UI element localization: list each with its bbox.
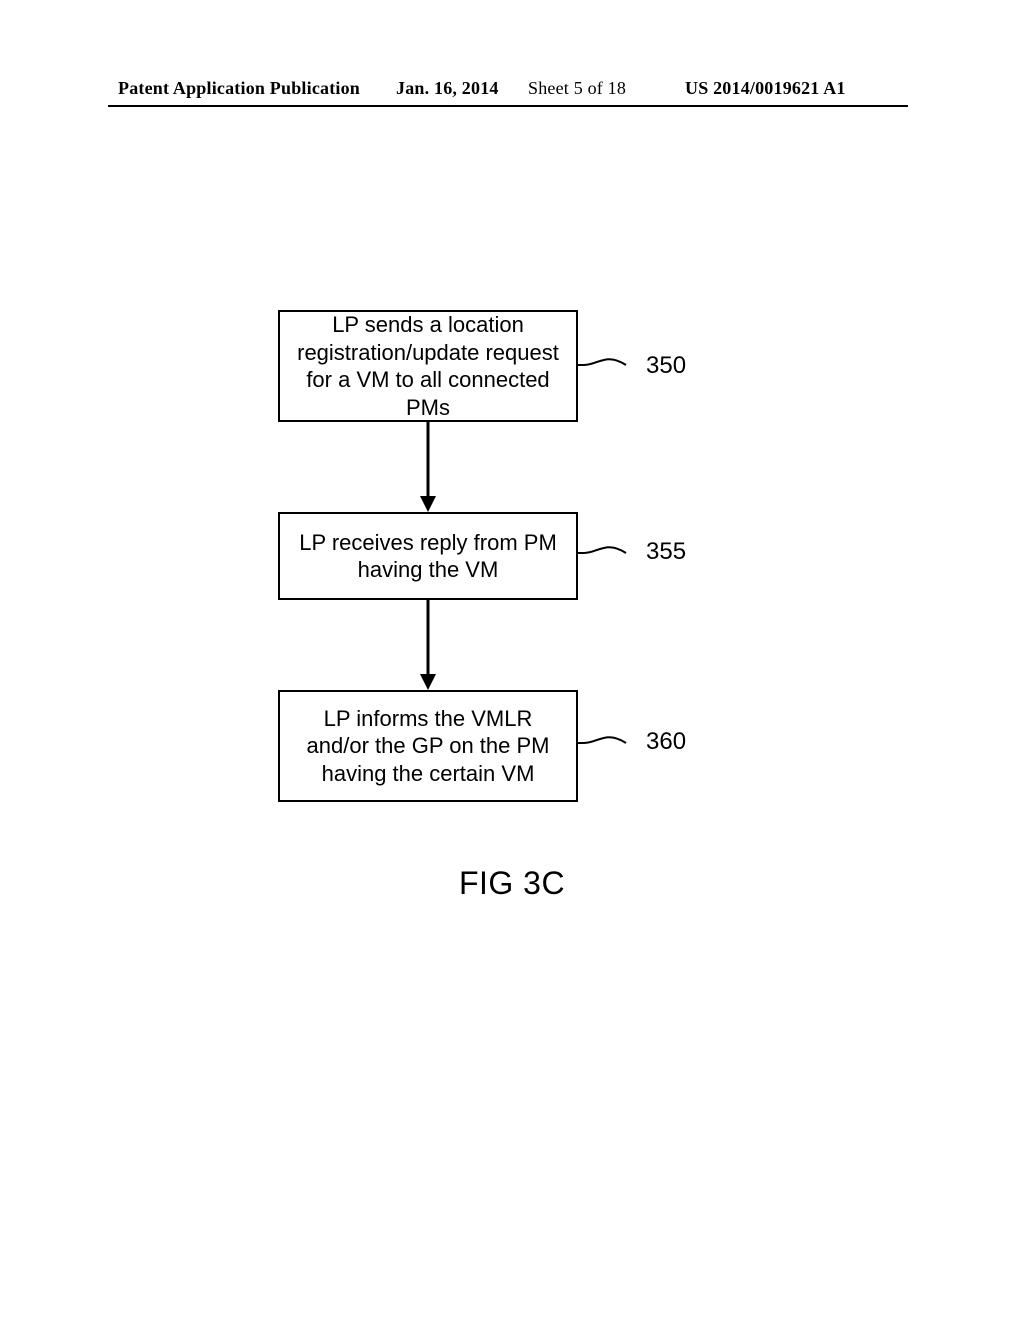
flow-step-350: LP sends a location registration/update …: [278, 310, 578, 422]
ref-connector: [578, 538, 638, 568]
flow-step-355: LP receives reply from PM having the VM: [278, 512, 578, 600]
header-pubno: US 2014/0019621 A1: [685, 78, 846, 99]
figure-caption: FIG 3C: [0, 865, 1024, 902]
flow-step-360: LP informs the VMLR and/or the GP on the…: [278, 690, 578, 802]
header-rule: [108, 105, 908, 107]
ref-connector: [578, 350, 638, 380]
flow-step-text: LP sends a location registration/update …: [290, 311, 566, 421]
ref-connector: [578, 728, 638, 758]
flow-arrow: [426, 422, 430, 512]
flow-step-text: LP receives reply from PM having the VM: [290, 529, 566, 584]
ref-number-350: 350: [646, 352, 686, 380]
flow-step-text: LP informs the VMLR and/or the GP on the…: [290, 705, 566, 788]
flow-arrow: [426, 600, 430, 690]
header-sheet: Sheet 5 of 18: [528, 78, 626, 99]
header-publication: Patent Application Publication: [118, 78, 360, 99]
ref-number-360: 360: [646, 728, 686, 756]
ref-number-355: 355: [646, 538, 686, 566]
header-date: Jan. 16, 2014: [396, 78, 499, 99]
